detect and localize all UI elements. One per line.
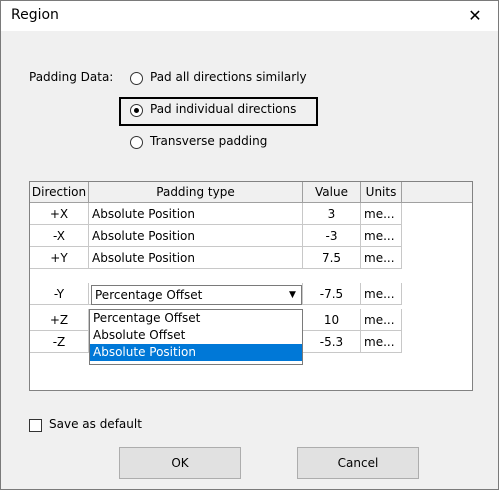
save-as-default-label[interactable]: Save as default (49, 417, 142, 431)
dropdown-option-percentage-offset[interactable]: Percentage Offset (90, 310, 302, 327)
row-value[interactable]: 10 (303, 309, 361, 331)
row-padding-type[interactable]: Absolute Position (89, 225, 303, 247)
radio-pad-all-similarly-label[interactable]: Pad all directions similarly (150, 70, 307, 84)
padding-data-label: Padding Data: (29, 70, 114, 84)
cancel-button[interactable]: Cancel (297, 447, 419, 479)
row-units[interactable]: me... (361, 203, 402, 225)
row-direction: -Y (30, 283, 89, 305)
window-title: Region (11, 7, 59, 23)
row-units[interactable]: me... (361, 283, 402, 305)
row-value[interactable]: -7.5 (303, 283, 361, 305)
save-as-default-checkbox[interactable] (29, 419, 42, 432)
ok-button[interactable]: OK (119, 447, 241, 479)
row-units[interactable]: me... (361, 331, 402, 353)
close-icon[interactable]: ✕ (452, 1, 498, 31)
row-padding-type[interactable]: Absolute Position (89, 247, 303, 269)
row-value[interactable]: -5.3 (303, 331, 361, 353)
annotation-highlight-box (119, 97, 318, 126)
padding-table: Direction Padding type Value Units +X Ab… (29, 181, 473, 391)
row-units[interactable]: me... (361, 247, 402, 269)
column-header-value[interactable]: Value (303, 182, 361, 203)
region-dialog: Region ✕ Padding Data: Pad all direction… (0, 0, 499, 490)
dropdown-option-absolute-position[interactable]: Absolute Position (90, 344, 302, 361)
column-header-blank (402, 182, 472, 203)
row-direction: +X (30, 203, 89, 225)
row-direction: -X (30, 225, 89, 247)
column-header-units[interactable]: Units (361, 182, 402, 203)
row-padding-type[interactable]: Absolute Position (89, 203, 303, 225)
row-units[interactable]: me... (361, 309, 402, 331)
padding-type-combobox[interactable]: Percentage Offset ▼ (91, 285, 302, 305)
row-direction: +Z (30, 309, 89, 331)
chevron-down-icon[interactable]: ▼ (284, 286, 301, 304)
padding-type-dropdown-list: Percentage Offset Absolute Offset Absolu… (89, 309, 303, 365)
radio-transverse[interactable] (130, 136, 143, 149)
row-direction: -Z (30, 331, 89, 353)
row-value[interactable]: -3 (303, 225, 361, 247)
column-header-direction[interactable]: Direction (30, 182, 89, 203)
row-value[interactable]: 3 (303, 203, 361, 225)
radio-pad-all-similarly[interactable] (130, 72, 143, 85)
title-bar: Region ✕ (1, 1, 498, 31)
row-value[interactable]: 7.5 (303, 247, 361, 269)
combobox-value: Percentage Offset (95, 288, 203, 302)
radio-transverse-label[interactable]: Transverse padding (150, 134, 267, 148)
row-direction: +Y (30, 247, 89, 269)
dropdown-option-absolute-offset[interactable]: Absolute Offset (90, 327, 302, 344)
column-header-padding-type[interactable]: Padding type (89, 182, 303, 203)
row-units[interactable]: me... (361, 225, 402, 247)
